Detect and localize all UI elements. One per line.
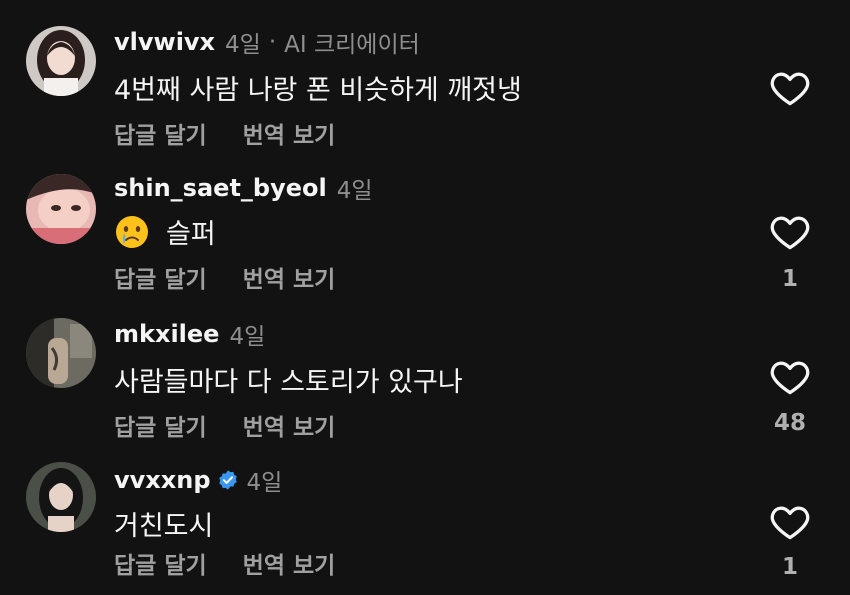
comment-item: shin_saet_byeol 4일 슬퍼 답글 달기 번역 보기 1	[0, 146, 850, 294]
comment-actions: 답글 달기 번역 보기	[114, 116, 335, 150]
like-count: 1	[781, 554, 798, 580]
reply-button[interactable]: 답글 달기	[114, 260, 207, 294]
comment-meta: vvxxnp 4일	[114, 464, 282, 496]
comment-text-row: 슬퍼	[114, 212, 216, 251]
heart-outline-icon[interactable]	[768, 66, 812, 110]
translate-button[interactable]: 번역 보기	[243, 408, 336, 442]
timestamp: 4일	[229, 324, 266, 350]
timestamp: 4일	[336, 178, 373, 204]
verified-badge-icon	[217, 469, 239, 491]
comment-text: 4번째 사람 나랑 폰 비슷하게 깨젓냉	[114, 75, 522, 106]
username[interactable]: mkxilee	[114, 320, 219, 348]
username[interactable]: vlvwivx	[114, 28, 215, 56]
comment-meta: mkxilee 4일	[114, 318, 265, 350]
reply-button[interactable]: 답글 달기	[114, 408, 207, 442]
comment-actions: 답글 달기 번역 보기	[114, 546, 335, 580]
translate-button[interactable]: 번역 보기	[243, 116, 336, 150]
like-count: 1	[781, 266, 798, 292]
comment-actions: 답글 달기 번역 보기	[114, 408, 335, 442]
comment-item: vvxxnp 4일 거친도시 답글 달기 번역 보기 1	[0, 438, 850, 583]
comment-text: 거친도시	[114, 511, 214, 542]
comment-item: vlvwivx 4일 · AI 크리에이터 4번째 사람 나랑 폰 비슷하게 깨…	[0, 0, 850, 149]
translate-button[interactable]: 번역 보기	[243, 260, 336, 294]
comment-meta: shin_saet_byeol 4일	[114, 172, 373, 204]
avatar[interactable]	[26, 462, 96, 532]
comment-actions: 답글 달기 번역 보기	[114, 260, 335, 294]
heart-outline-icon[interactable]	[768, 355, 812, 399]
comment-text: 슬퍼	[166, 219, 216, 250]
username[interactable]: shin_saet_byeol	[114, 174, 327, 202]
comment-item: mkxilee 4일 사람들마다 다 스토리가 있구나 답글 달기 번역 보기 …	[0, 292, 850, 441]
avatar[interactable]	[26, 174, 96, 244]
translate-button[interactable]: 번역 보기	[243, 546, 336, 580]
comment-text: 사람들마다 다 스토리가 있구나	[114, 367, 463, 398]
timestamp: 4일	[225, 32, 261, 58]
avatar[interactable]	[26, 26, 96, 96]
heart-outline-icon[interactable]	[768, 210, 812, 254]
username[interactable]: vvxxnp	[114, 466, 211, 494]
crying-face-emoji	[114, 214, 150, 250]
heart-outline-icon[interactable]	[768, 500, 812, 544]
reply-button[interactable]: 답글 달기	[114, 116, 207, 150]
timestamp: 4일	[246, 470, 283, 496]
comment-meta: vlvwivx 4일 · AI 크리에이터	[114, 26, 420, 58]
reply-button[interactable]: 답글 달기	[114, 546, 207, 580]
creator-label: AI 크리에이터	[284, 32, 420, 58]
avatar[interactable]	[26, 318, 96, 388]
separator: ·	[268, 29, 277, 55]
like-count: 48	[773, 410, 806, 436]
